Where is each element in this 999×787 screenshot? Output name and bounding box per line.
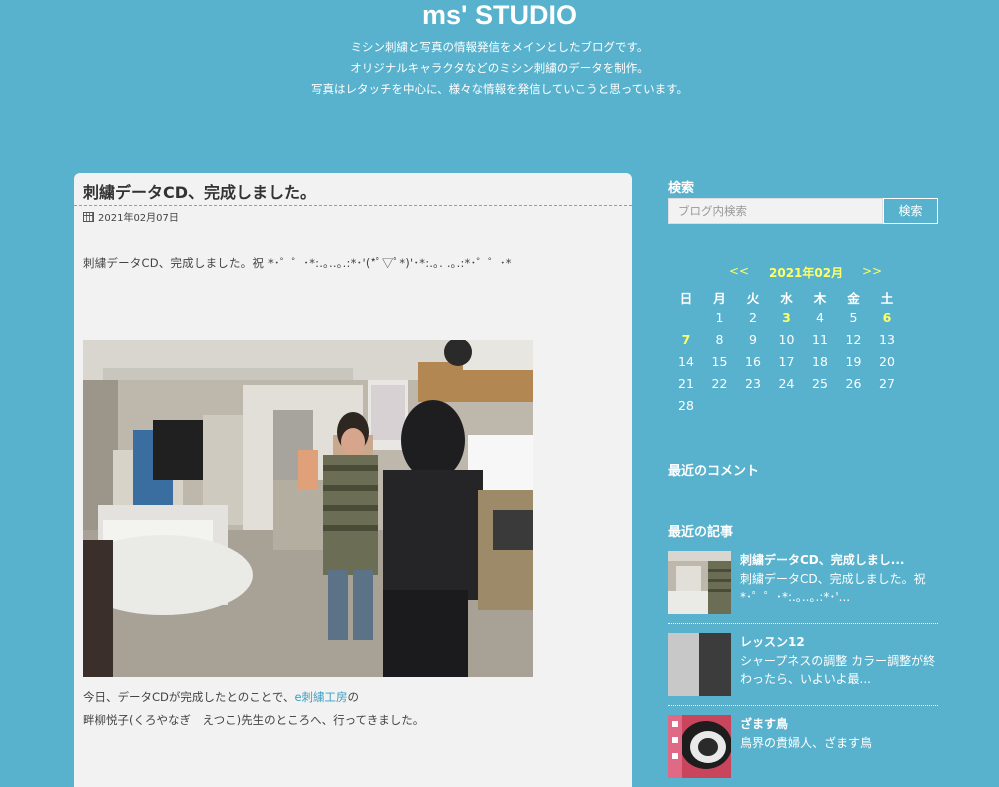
calendar-day: 14 xyxy=(678,354,694,369)
article-divider xyxy=(74,205,632,206)
calendar-weekday: 火 xyxy=(746,291,760,306)
calendar-day: 5 xyxy=(849,310,858,325)
recent-comments-heading: 最近のコメント xyxy=(668,464,760,479)
recent-post-thumbnail[interactable] xyxy=(668,551,731,614)
article-lead-text: 刺繍データCD、完成しました。祝 *･゜゜･*:.｡..｡.:*･'(*ﾟ▽ﾟ*… xyxy=(83,256,512,270)
calendar-day-link[interactable]: 6 xyxy=(870,310,904,325)
recent-post-excerpt: 鳥界の貴婦人、ざます鳥 xyxy=(740,736,873,750)
site-description-line: ミシン刺繍と写真の情報発信をメインとしたブログです。 xyxy=(350,40,649,54)
calendar-weekday: 月 xyxy=(713,291,726,306)
recent-post-title[interactable]: ざます鳥 xyxy=(740,715,788,732)
calendar-day: 23 xyxy=(745,376,761,391)
calendar-day: 19 xyxy=(845,354,862,369)
recent-post-title[interactable]: 刺繍データCD、完成しまし... xyxy=(740,551,904,568)
article-date-text: 2021年02月07日 xyxy=(98,213,179,224)
calendar-day: 4 xyxy=(816,310,824,325)
calendar-month-title[interactable]: 2021年02月 xyxy=(769,264,843,281)
calendar-next-link[interactable]: >> xyxy=(862,264,882,278)
calendar-day: 27 xyxy=(879,376,895,391)
calendar-day: 1 xyxy=(715,310,724,325)
calendar-weekday: 金 xyxy=(847,291,860,306)
calendar-day: 18 xyxy=(812,354,828,369)
site-description-line: 写真はレタッチを中心に、様々な情報を発信していこうと思っています。 xyxy=(310,82,689,96)
recent-post-thumbnail[interactable] xyxy=(668,715,731,778)
article-body: 今日、データCDが完成したとのことで、e刺繍工房の 畔柳悦子(くろやなぎ えつこ… xyxy=(83,686,424,732)
article-body-text: 今日、データCDが完成したとのことで、 xyxy=(83,690,295,704)
calendar-day: 10 xyxy=(778,332,795,347)
e-shishu-koubou-link[interactable]: e刺繍工房 xyxy=(294,690,347,704)
calendar-day: 26 xyxy=(845,376,862,391)
article-body-line: 畔柳悦子(くろやなぎ えつこ)先生のところへ、行ってきました。 xyxy=(83,713,425,727)
calendar-day: 16 xyxy=(745,354,761,369)
article-date: 2021年02月07日 xyxy=(83,209,179,224)
embroidery-studio-photo-icon xyxy=(83,340,533,677)
calendar-day: 21 xyxy=(678,376,694,391)
calendar-day: 24 xyxy=(778,376,795,391)
calendar-day: 22 xyxy=(711,376,728,391)
search-heading: 検索 xyxy=(668,181,695,196)
calendar-day: 28 xyxy=(678,398,694,413)
recent-post-excerpt: シャープネスの調整 カラー調整が終わったら、いよいよ最... xyxy=(740,654,936,686)
calendar-day: 20 xyxy=(879,354,895,369)
recent-post-title[interactable]: レッスン12 xyxy=(740,633,805,650)
site-description-line: オリジナルキャラクタなどのミシン刺繍のデータを制作。 xyxy=(350,61,649,75)
article-body-line: 今日、データCDが完成したとのことで、e刺繍工房の xyxy=(83,686,424,709)
calendar-day: 17 xyxy=(778,354,795,369)
search-input[interactable]: ブログ内検索 xyxy=(668,198,883,224)
calendar-day: 8 xyxy=(715,332,724,347)
calendar-day: 9 xyxy=(749,332,757,347)
studio-photo-thumbnail-icon xyxy=(668,551,731,614)
calendar-day: 2 xyxy=(749,310,757,325)
recent-post-thumbnail[interactable] xyxy=(668,633,731,696)
recent-post-excerpt: 刺繍データCD、完成しました。祝 *･゜゜･*:.｡..｡.:*･'... xyxy=(740,572,926,604)
calendar-weekday: 水 xyxy=(780,291,793,306)
embroidered-bird-thumbnail-icon xyxy=(668,715,731,778)
article: 刺繍データCD、完成しました。 2021年02月07日 刺繍データCD、完成しま… xyxy=(74,173,632,787)
site-title[interactable]: ms' STUDIO xyxy=(0,0,999,30)
calendar-weekday: 木 xyxy=(813,291,827,306)
calendar-day: 12 xyxy=(845,332,862,347)
calendar-icon xyxy=(83,211,94,222)
site-description: ミシン刺繍と写真の情報発信をメインとしたブログです。 オリジナルキャラクタなどの… xyxy=(0,37,999,100)
gray-swatch-thumbnail-icon xyxy=(668,633,731,696)
calendar-day: 11 xyxy=(812,332,828,347)
calendar-day-link[interactable]: 7 xyxy=(669,332,703,347)
recent-post-divider xyxy=(668,623,938,624)
calendar-weekday: 日 xyxy=(679,291,693,306)
calendar-day: 25 xyxy=(812,376,828,391)
calendar-day: 13 xyxy=(879,332,895,347)
article-title[interactable]: 刺繍データCD、完成しました。 xyxy=(83,179,316,203)
calendar-prev-link[interactable]: << xyxy=(729,264,749,278)
search-button[interactable]: 検索 xyxy=(883,198,938,224)
calendar-weekday: 土 xyxy=(880,291,894,306)
recent-posts-heading: 最近の記事 xyxy=(668,525,734,540)
calendar-day: 15 xyxy=(711,354,728,369)
recent-post-divider xyxy=(668,705,938,706)
calendar-day-link[interactable]: 3 xyxy=(770,310,804,325)
article-photo xyxy=(83,340,533,677)
article-body-text: の xyxy=(347,690,360,704)
